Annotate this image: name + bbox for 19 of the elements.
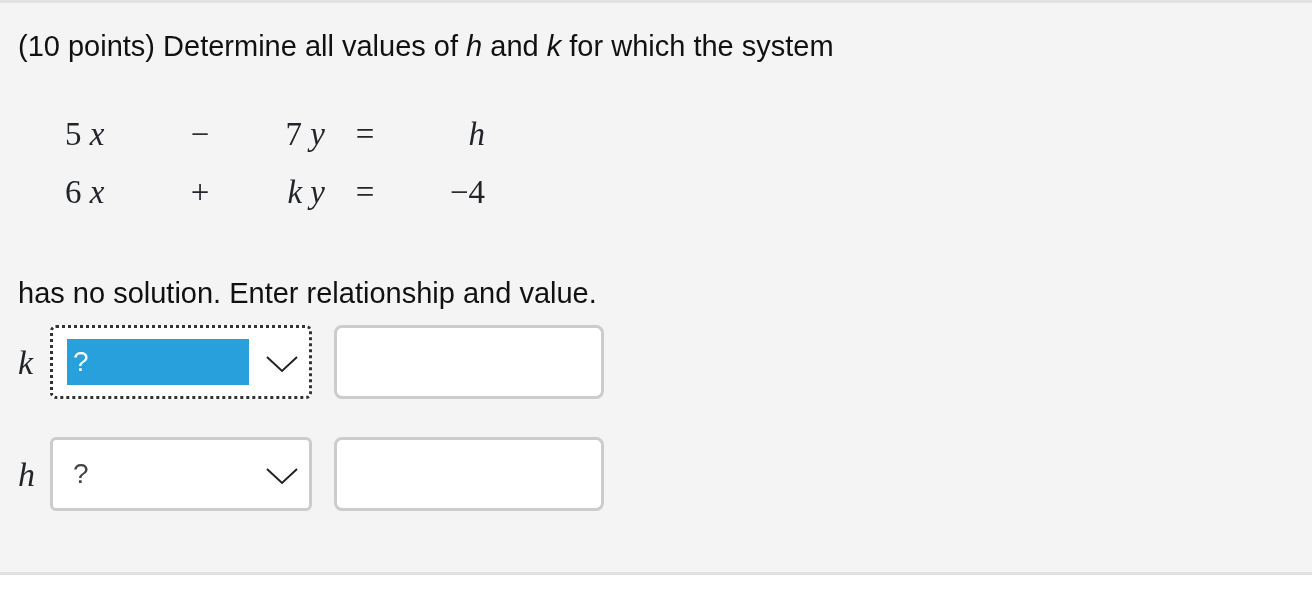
equation-term: −4 — [449, 174, 485, 211]
operator-symbol: = — [355, 116, 375, 153]
relation-dropdown[interactable]: ? — [50, 437, 312, 512]
equation-term: 5 x — [65, 116, 105, 153]
instruction-text: has no solution. Enter relationship and value. — [18, 275, 598, 311]
equation-term: k y — [287, 174, 325, 211]
operator-symbol: − — [190, 116, 210, 153]
value-input-field[interactable] — [334, 437, 604, 512]
variable-label: h — [18, 454, 36, 495]
operator-symbol: + — [190, 174, 210, 211]
chevron-down-icon — [265, 354, 299, 373]
equation-term: 6 x — [65, 174, 105, 211]
chevron-down-icon — [265, 466, 299, 485]
question-text: (10 points) Determine all values of h and k for which the system — [18, 29, 835, 64]
equation-term: h — [468, 116, 485, 153]
variable-label: k — [18, 342, 35, 383]
value-input-field[interactable] — [334, 325, 604, 400]
operator-symbol: = — [355, 174, 375, 211]
equation-term: 7 y — [285, 116, 325, 153]
